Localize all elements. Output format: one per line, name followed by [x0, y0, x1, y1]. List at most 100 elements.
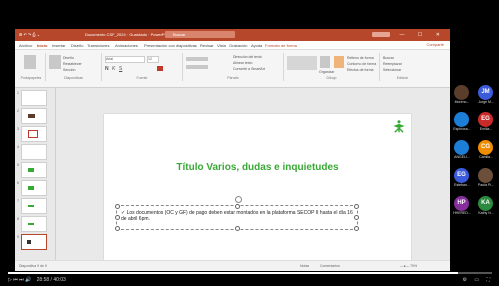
- slide-thumbnail-active[interactable]: [21, 234, 47, 250]
- tab-insertar[interactable]: Insertar: [52, 43, 66, 48]
- slide-title[interactable]: Título Varios, dudas e inquietudes: [104, 162, 411, 173]
- slide-thumbnail[interactable]: [21, 162, 47, 178]
- bold-button[interactable]: N: [105, 66, 109, 72]
- paste-icon[interactable]: [24, 55, 36, 69]
- rotate-handle[interactable]: [235, 196, 242, 203]
- player-settings[interactable]: ⚙ ▭ ⛶: [463, 277, 494, 283]
- section-button[interactable]: Sección: [63, 68, 75, 72]
- participant-tile[interactable]: ANGELI...: [450, 140, 474, 162]
- tab-revisar[interactable]: Revisar: [200, 43, 214, 48]
- select-button[interactable]: Seleccionar: [383, 68, 401, 72]
- italic-button[interactable]: K: [112, 66, 115, 72]
- resize-handle[interactable]: [354, 215, 359, 220]
- playback-progress-bar[interactable]: [8, 272, 492, 274]
- bullet-text: ✓ Los documentos (OC y GF) de pago deben…: [121, 210, 353, 222]
- thumb-number: 6: [17, 181, 19, 185]
- arrange-button[interactable]: Organizar: [319, 70, 334, 74]
- zoom-slider[interactable]: —●— 79%: [400, 264, 417, 268]
- slide-thumbnail[interactable]: [21, 126, 47, 142]
- slide-thumbnail[interactable]: [21, 144, 47, 160]
- participant-tile[interactable]: EG Emilia...: [474, 112, 498, 134]
- avatar: KA: [478, 196, 493, 211]
- participant-tile[interactable]: EG Esteban...: [450, 168, 474, 190]
- comments-button[interactable]: Comentarios: [320, 264, 340, 268]
- participant-tile[interactable]: CG Camila...: [474, 140, 498, 162]
- slide-counter: Diapositiva 9 de 9: [19, 264, 47, 268]
- participant-tile[interactable]: JM Jorge M...: [474, 85, 498, 107]
- participant-name: Esteban...: [454, 183, 470, 187]
- slide-thumbnail[interactable]: [21, 90, 47, 106]
- tab-vista[interactable]: Vista: [217, 43, 226, 48]
- participant-tile[interactable]: Paola Pi...: [474, 168, 498, 190]
- group-editing: Buscar Reemplazar Seleccionar Edición: [380, 53, 425, 81]
- tab-grabacion[interactable]: Grabación: [229, 43, 247, 48]
- ribbon-tabs: Archivo Inicio Insertar Diseño Transicio…: [15, 41, 450, 50]
- font-name-select[interactable]: Arial: [105, 56, 145, 63]
- ribbon: Portapapeles Diseño Restablecer Sección …: [15, 50, 450, 88]
- window-controls[interactable]: — ☐ ✕: [400, 32, 446, 38]
- resize-handle[interactable]: [354, 204, 359, 209]
- slide-thumbnail[interactable]: [21, 216, 47, 232]
- participant-name: Paola Pi...: [478, 183, 494, 187]
- resize-handle[interactable]: [354, 226, 359, 231]
- tab-ayuda[interactable]: Ayuda: [251, 43, 262, 48]
- new-slide-icon[interactable]: [49, 55, 61, 69]
- tab-animaciones[interactable]: Animaciones: [115, 43, 138, 48]
- tab-presentacion[interactable]: Presentación con diapositivas: [144, 43, 197, 48]
- smartart-button[interactable]: Convertir a SmartArt: [233, 67, 265, 71]
- align-text-button[interactable]: Alinear texto: [233, 61, 252, 65]
- arrange-icon[interactable]: [320, 56, 330, 68]
- tab-archivo[interactable]: Archivo: [19, 43, 32, 48]
- slide-thumbnail[interactable]: [21, 198, 47, 214]
- quick-styles-icon[interactable]: [334, 56, 344, 68]
- avatar: JM: [478, 85, 493, 100]
- resize-handle[interactable]: [115, 204, 120, 209]
- font-color-icon[interactable]: [157, 66, 163, 71]
- text-direction-button[interactable]: Dirección del texto: [233, 55, 262, 59]
- bullets-icon[interactable]: [186, 57, 208, 61]
- find-button[interactable]: Buscar: [383, 56, 394, 60]
- resize-handle[interactable]: [235, 226, 240, 231]
- notes-button[interactable]: Notas: [300, 264, 309, 268]
- group-font: Arial 12 N K S Fuente: [102, 53, 183, 81]
- participant-tile[interactable]: KA Kathy N...: [474, 196, 498, 218]
- slide-canvas[interactable]: Título Varios, dudas e inquietudes ✓ Los…: [104, 114, 411, 263]
- layout-button[interactable]: Diseño: [63, 56, 74, 60]
- participant-tile[interactable]: Moreno...: [450, 85, 474, 107]
- underline-button[interactable]: S: [119, 66, 122, 72]
- reset-button[interactable]: Restablecer: [63, 62, 82, 66]
- shape-fill-button[interactable]: Relleno de forma: [347, 56, 374, 60]
- font-size-select[interactable]: 12: [147, 56, 159, 63]
- title-bar: ⊞ ↶ ↷ ⎙ ⌄ Documento CSF_2024 · Guardado …: [15, 29, 450, 41]
- tab-diseno[interactable]: Diseño: [71, 43, 83, 48]
- shared-screen: ⊞ ↶ ↷ ⎙ ⌄ Documento CSF_2024 · Guardado …: [15, 29, 450, 271]
- share-button[interactable]: Compartir: [426, 42, 444, 47]
- search-input[interactable]: Buscar: [165, 31, 235, 38]
- group-label: Diapositivas: [64, 76, 83, 80]
- resize-handle[interactable]: [235, 204, 240, 209]
- participant-tile[interactable]: HP HHERED...: [450, 196, 474, 218]
- resize-handle[interactable]: [115, 215, 120, 220]
- thumb-number: 3: [17, 127, 19, 131]
- group-label: Párrafo: [227, 76, 239, 80]
- tab-formato-forma[interactable]: Formato de forma: [265, 43, 297, 48]
- shape-effects-button[interactable]: Efectos de forma: [347, 68, 373, 72]
- group-label: Fuente: [136, 76, 148, 80]
- quick-access-toolbar[interactable]: ⊞ ↶ ↷ ⎙ ⌄: [19, 32, 40, 37]
- resize-handle[interactable]: [115, 226, 120, 231]
- bullet-textbox[interactable]: ✓ Los documentos (OC y GF) de pago deben…: [115, 196, 359, 231]
- slide-thumbnail[interactable]: [21, 180, 47, 196]
- shape-outline-button[interactable]: Contorno de forma: [347, 62, 376, 66]
- status-bar: Diapositiva 9 de 9 Notas Comentarios —●—…: [15, 260, 450, 271]
- playback-buttons[interactable]: ▷ ⏮ ⏭ 🔊: [8, 277, 31, 283]
- tab-inicio[interactable]: Inicio: [37, 43, 47, 48]
- tab-transiciones[interactable]: Transiciones: [87, 43, 110, 48]
- replace-button[interactable]: Reemplazar: [383, 62, 402, 66]
- slide-thumbnail[interactable]: [21, 108, 47, 124]
- group-paragraph: Dirección del texto Alinear texto Conver…: [183, 53, 284, 81]
- shapes-gallery[interactable]: [287, 56, 317, 70]
- user-badge[interactable]: [372, 32, 390, 37]
- participant-tile[interactable]: Espinosa...: [450, 112, 474, 134]
- align-icon[interactable]: [186, 65, 208, 69]
- participant-name: Camila...: [479, 155, 493, 159]
